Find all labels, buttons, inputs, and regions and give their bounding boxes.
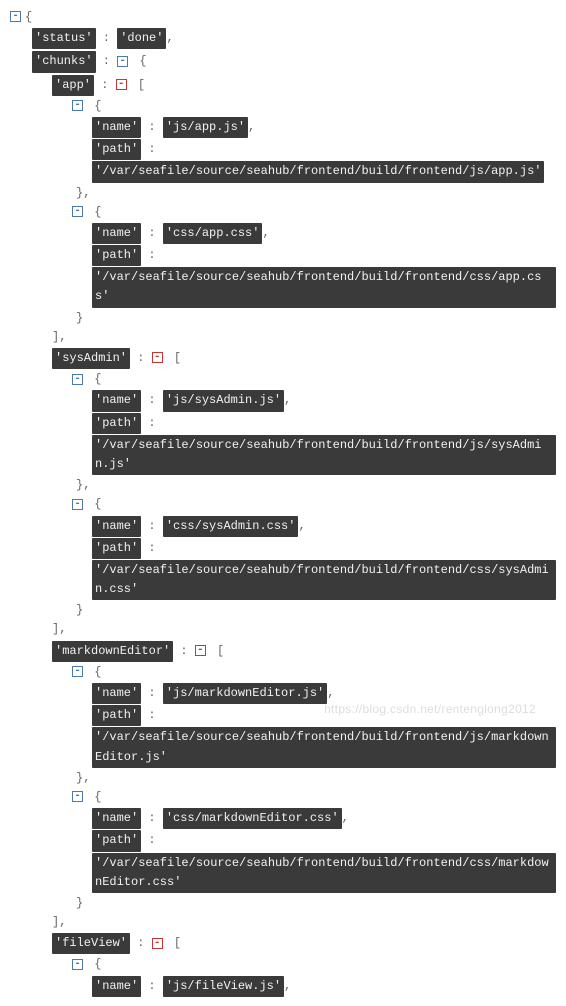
object-close: }, — [10, 184, 556, 203]
collapse-icon[interactable]: - — [10, 11, 21, 22]
prop-path: 'path' : '/var/seafile/source/seahub/fro… — [10, 830, 556, 894]
object-close: } — [10, 601, 556, 620]
object-close: } — [10, 309, 556, 328]
collapse-icon[interactable]: - — [72, 206, 83, 217]
prop-name: 'name' : 'css/markdownEditor.css', — [10, 807, 556, 830]
prop-name: 'name' : 'js/sysAdmin.js', — [10, 389, 556, 412]
prop-name: 'name' : 'js/fileView.js', — [10, 975, 556, 998]
collapse-icon[interactable]: - — [116, 79, 127, 90]
collapse-icon[interactable]: - — [72, 374, 83, 385]
prop-path: 'path' : '/var/seafile/source/seahub/fro… — [10, 413, 556, 477]
array-item-open: - { — [10, 495, 556, 514]
prop-sysadmin: 'sysAdmin' : - [ — [10, 347, 556, 370]
object-close: }, — [10, 476, 556, 495]
prop-name: 'name' : 'css/sysAdmin.css', — [10, 515, 556, 538]
array-item-open: - { — [10, 788, 556, 807]
prop-fileview: 'fileView' : - [ — [10, 932, 556, 955]
prop-markdowneditor: 'markdownEditor' : - [ — [10, 640, 556, 663]
array-item-open: - { — [10, 663, 556, 682]
prop-name: 'name' : 'js/app.js', — [10, 116, 556, 139]
collapse-icon[interactable]: - — [152, 938, 163, 949]
array-item-open: - { — [10, 97, 556, 116]
collapse-icon[interactable]: - — [72, 959, 83, 970]
object-close: } — [10, 894, 556, 913]
collapse-icon[interactable]: - — [72, 100, 83, 111]
array-item-open: - { — [10, 203, 556, 222]
json-tree: -{ 'status' : 'done', 'chunks' : - { 'ap… — [10, 8, 556, 998]
array-close: ], — [10, 328, 556, 347]
array-item-open: - { — [10, 955, 556, 974]
array-item-open: - { — [10, 370, 556, 389]
root-open: -{ — [10, 8, 556, 27]
collapse-icon[interactable]: - — [72, 499, 83, 510]
prop-name: 'name' : 'css/app.css', — [10, 222, 556, 245]
collapse-icon[interactable]: - — [117, 56, 128, 67]
prop-status: 'status' : 'done', — [10, 27, 556, 50]
prop-name: 'name' : 'js/markdownEditor.js', — [10, 682, 556, 705]
collapse-icon[interactable]: - — [152, 352, 163, 363]
collapse-icon[interactable]: - — [72, 666, 83, 677]
prop-chunks: 'chunks' : - { — [10, 50, 556, 73]
prop-path: 'path' : '/var/seafile/source/seahub/fro… — [10, 538, 556, 602]
prop-path: 'path' : '/var/seafile/source/seahub/fro… — [10, 139, 556, 183]
prop-app: 'app' : - [ — [10, 74, 556, 97]
array-close: ], — [10, 620, 556, 639]
object-close: }, — [10, 769, 556, 788]
prop-path: 'path' : '/var/seafile/source/seahub/fro… — [10, 705, 556, 769]
collapse-icon[interactable]: - — [72, 791, 83, 802]
array-close: ], — [10, 913, 556, 932]
prop-path: 'path' : '/var/seafile/source/seahub/fro… — [10, 245, 556, 309]
collapse-icon[interactable]: - — [195, 645, 206, 656]
